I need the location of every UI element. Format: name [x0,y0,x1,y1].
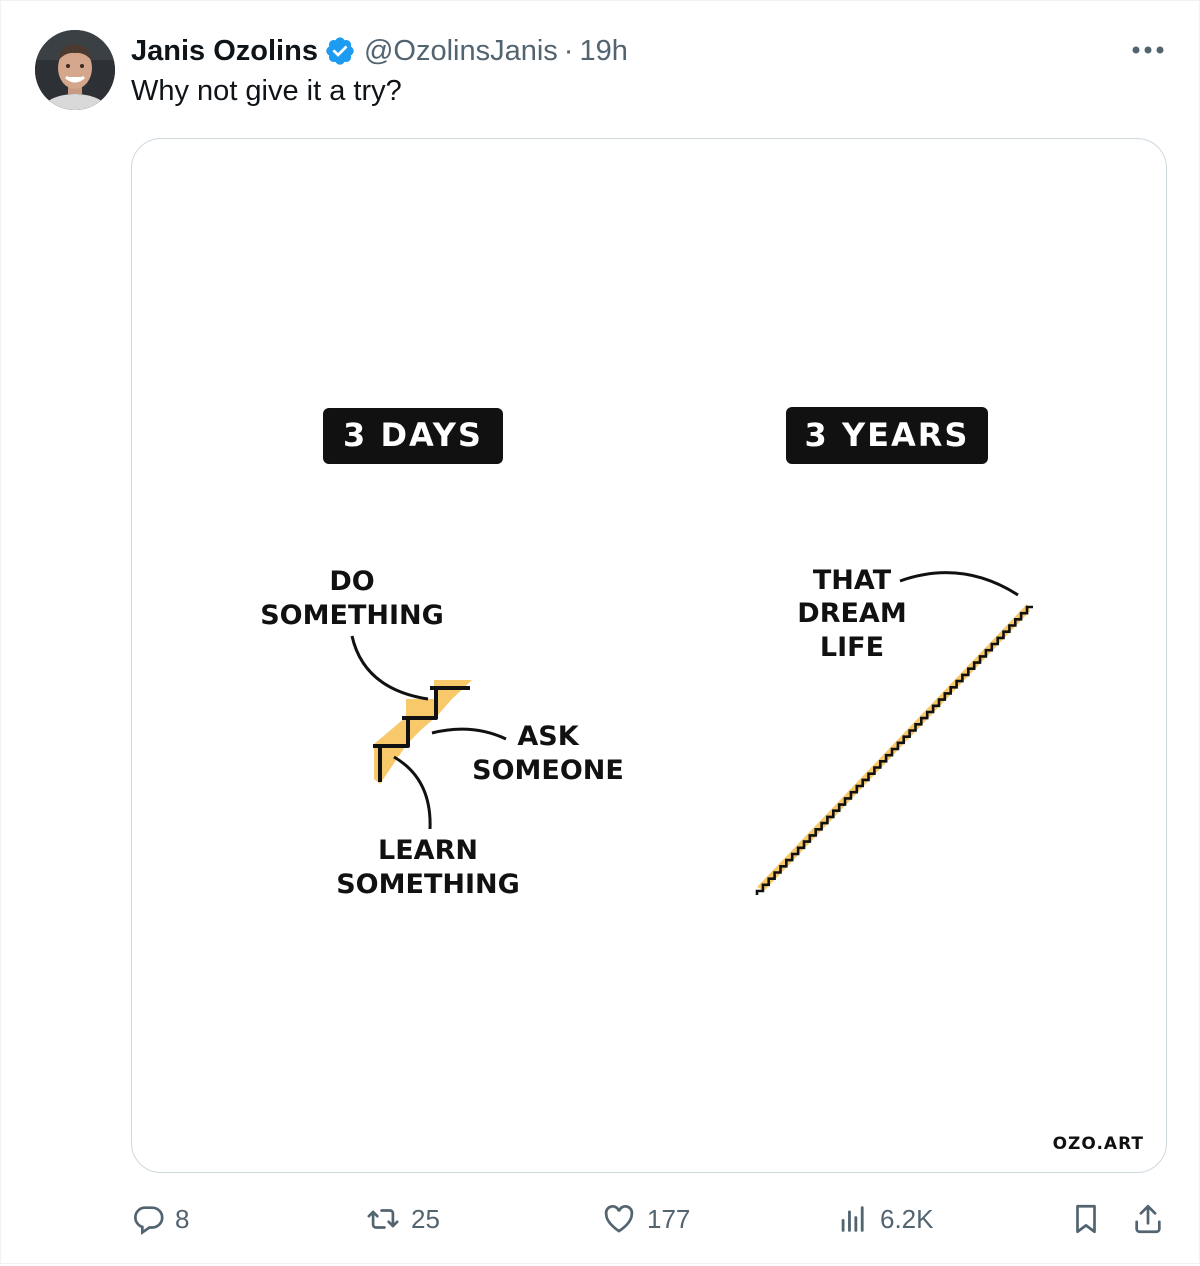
badge-3-years-label: 3 YEARS [805,416,970,454]
label-ask: ASK [517,721,579,752]
illustration: 3 DAYS 3 YEARS DO SOMETHING ASK SOMEONE … [260,407,1144,1154]
badge-3-days-label: 3 DAYS [343,416,483,454]
retweet-button[interactable]: 25 [365,1197,440,1241]
avatar[interactable] [35,30,115,110]
timestamp[interactable]: 19h [579,35,627,68]
short-stairs-fill [374,680,472,784]
tweet-text: Why not give it a try? [131,75,402,107]
views-count: 6.2K [880,1203,934,1234]
reply-count: 8 [175,1203,190,1234]
label-something-2: SOMETHING [336,869,520,900]
retweet-count: 25 [411,1203,440,1234]
label-learn: LEARN [378,835,478,866]
more-icon[interactable] [1125,35,1171,65]
label-that: THAT [813,565,892,596]
verified-badge-icon [326,37,354,65]
label-life: LIFE [820,632,884,663]
author-name[interactable]: Janis Ozolins [131,35,318,68]
tweet-card: Janis Ozolins @OzolinsJanis · 19h Why no… [0,0,1200,1264]
label-do: DO [329,566,374,597]
like-count: 177 [647,1203,691,1234]
separator-dot: · [563,34,574,67]
label-someone: SOMEONE [472,755,624,786]
bookmark-icon [1076,1204,1096,1234]
reply-icon [134,1206,164,1236]
tweet-image[interactable]: 3 DAYS 3 YEARS DO SOMETHING ASK SOMEONE … [131,138,1167,1173]
views-button[interactable]: 6.2K [836,1197,934,1241]
label-something-1: SOMETHING [260,600,444,631]
share-icon [1135,1204,1161,1234]
signature: OZO.ART [1053,1134,1144,1154]
views-icon [841,1206,864,1232]
action-bar: 8 25 177 6.2K [131,1197,1171,1241]
share-button[interactable] [1131,1197,1175,1241]
label-dream: DREAM [797,598,906,629]
retweet-icon [367,1209,399,1229]
heart-icon [604,1205,634,1233]
tweet-header: Janis Ozolins @OzolinsJanis · 19h [131,31,628,71]
author-handle[interactable]: @OzolinsJanis [364,35,558,68]
bookmark-button[interactable] [1069,1197,1113,1241]
like-button[interactable]: 177 [601,1197,690,1241]
reply-button[interactable]: 8 [131,1197,189,1241]
